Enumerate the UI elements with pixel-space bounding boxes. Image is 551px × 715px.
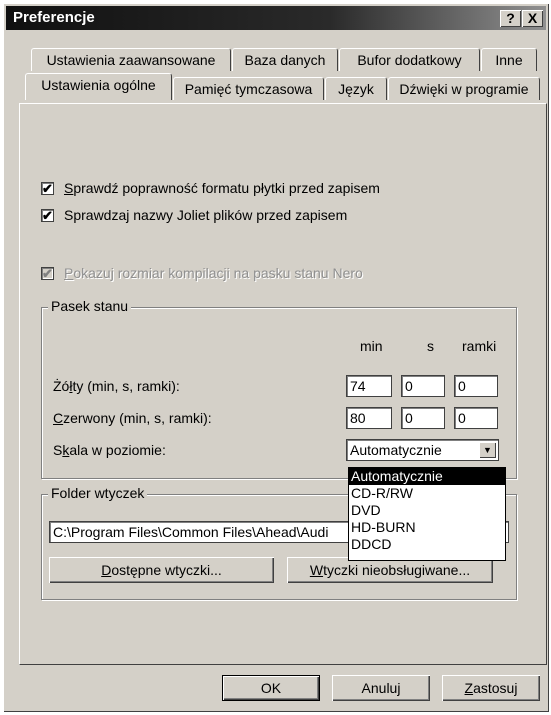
- tab-database[interactable]: Baza danych: [232, 48, 338, 71]
- yellow-label: Żółty (min, s, ramki):: [53, 378, 180, 394]
- col-frames-header: ramki: [462, 338, 497, 354]
- check-joliet-label: Sprawdzaj nazwy Joliet plików przed zapi…: [64, 207, 348, 223]
- scale-label: Skala w poziomie:: [53, 442, 166, 458]
- check-disc-format-checkbox[interactable]: ✔: [41, 182, 54, 195]
- scale-select-value: Automatycznie: [350, 442, 442, 458]
- check-joliet-checkbox[interactable]: ✔: [41, 209, 54, 222]
- show-size-checkbox: ✔: [41, 266, 54, 281]
- scale-option-dvd[interactable]: DVD: [349, 502, 505, 519]
- yellow-frames-input[interactable]: 0: [454, 375, 498, 397]
- scale-option-auto[interactable]: Automatycznie: [349, 468, 505, 485]
- tab-extra-buffer[interactable]: Bufor dodatkowy: [339, 48, 480, 71]
- title-bar[interactable]: Preferencje ? X: [6, 6, 546, 30]
- status-bar-group: Pasek stanu min s ramki Żółty (min, s, r…: [41, 298, 517, 479]
- tab-general-settings[interactable]: Ustawienia ogólne: [25, 73, 172, 100]
- show-size-label: Pokazuj rozmiar kompilacji na pasku stan…: [64, 265, 363, 281]
- yellow-min-input[interactable]: 74: [346, 375, 392, 397]
- red-frames-input[interactable]: 0: [454, 407, 498, 429]
- preferences-window: Preferencje ? X Ustawienia zaawansowane …: [3, 3, 549, 712]
- apply-button[interactable]: Zastosuj: [442, 675, 540, 701]
- tab-cache[interactable]: Pamięć tymczasowa: [173, 77, 324, 100]
- scale-option-hdburn[interactable]: HD-BURN: [349, 519, 505, 536]
- available-plugins-button[interactable]: Dostępne wtyczki...: [49, 557, 274, 583]
- scale-option-cdrw[interactable]: CD-R/RW: [349, 485, 505, 502]
- chevron-down-icon[interactable]: ▼: [479, 442, 496, 458]
- red-label: Czerwony (min, s, ramki):: [53, 410, 212, 426]
- status-bar-title: Pasek stanu: [48, 298, 132, 314]
- red-min-input[interactable]: 80: [346, 407, 392, 429]
- col-min-header: min: [360, 338, 383, 354]
- yellow-seconds-input[interactable]: 0: [401, 375, 445, 397]
- tab-language[interactable]: Język: [325, 77, 387, 100]
- check-disc-format-label: Sprawdź poprawność formatu płytki przed …: [64, 180, 380, 196]
- window-title: Preferencje: [13, 9, 95, 26]
- cancel-button[interactable]: Anuluj: [332, 675, 430, 701]
- red-seconds-input[interactable]: 0: [401, 407, 445, 429]
- tab-panel-general: ✔ Sprawdź poprawność formatu płytki prze…: [19, 103, 547, 665]
- tab-sounds[interactable]: Dźwięki w programie: [388, 77, 540, 100]
- plugin-folder-title: Folder wtyczek: [48, 485, 148, 501]
- ok-button[interactable]: OK: [222, 675, 320, 701]
- scale-dropdown-list[interactable]: Automatycznie CD-R/RW DVD HD-BURN DDCD: [348, 467, 506, 561]
- col-seconds-header: s: [427, 338, 434, 354]
- close-button[interactable]: X: [522, 10, 543, 27]
- tab-other[interactable]: Inne: [481, 48, 537, 71]
- scale-select[interactable]: Automatycznie ▼: [346, 439, 499, 461]
- help-button[interactable]: ?: [500, 10, 521, 27]
- scale-option-ddcd[interactable]: DDCD: [349, 536, 505, 553]
- tab-advanced-settings[interactable]: Ustawienia zaawansowane: [31, 48, 231, 71]
